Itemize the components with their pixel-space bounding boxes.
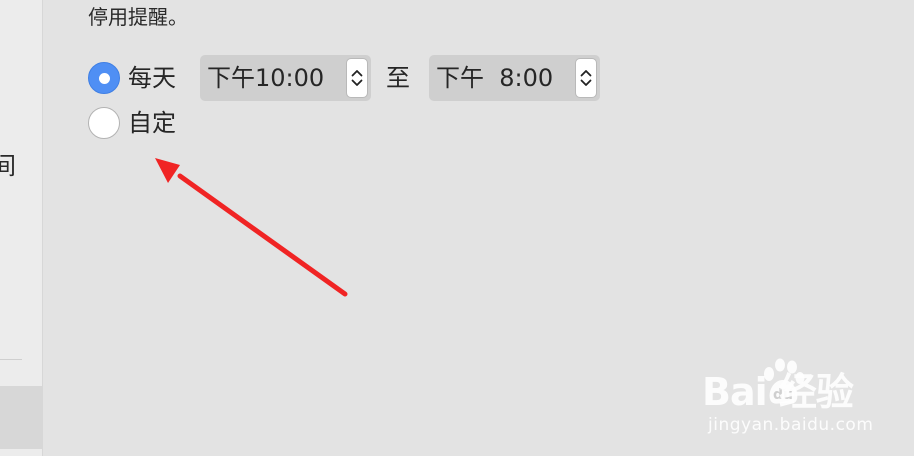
end-time-field[interactable]: 下午 8:00 [429,55,600,101]
start-time-stepper[interactable] [346,58,368,98]
chevron-up-icon[interactable] [580,69,592,77]
sidebar-divider [0,359,22,360]
radio-custom-label[interactable]: 自定 [128,108,176,138]
radio-checked-dot [98,72,110,84]
sidebar: 间 [0,0,43,456]
chevron-down-icon[interactable] [580,79,592,87]
watermark-brand: Bai 经验 [702,370,854,414]
chevron-down-icon[interactable] [351,79,363,87]
sidebar-item-label[interactable]: 间 [0,152,16,180]
start-time-value[interactable]: 下午10:00 [207,63,346,93]
radio-daily-button[interactable] [88,62,120,94]
radio-daily-label[interactable]: 每天 [128,63,176,93]
radio-custom-button[interactable] [88,107,120,139]
radio-daily[interactable]: 每天 [88,55,176,101]
section-heading: 停用提醒。 [88,5,188,29]
chevron-up-icon[interactable] [351,69,363,77]
time-range-separator: 至 [386,64,410,92]
radio-custom[interactable]: 自定 [88,106,176,140]
end-time-stepper[interactable] [575,58,597,98]
watermark: du Bai 经验 jingyan.baidu.com [700,358,874,438]
watermark-url: jingyan.baidu.com [708,415,874,435]
start-time-field[interactable]: 下午10:00 [200,55,371,101]
end-time-value[interactable]: 下午 8:00 [436,63,575,93]
sidebar-item-selected[interactable] [0,386,42,449]
